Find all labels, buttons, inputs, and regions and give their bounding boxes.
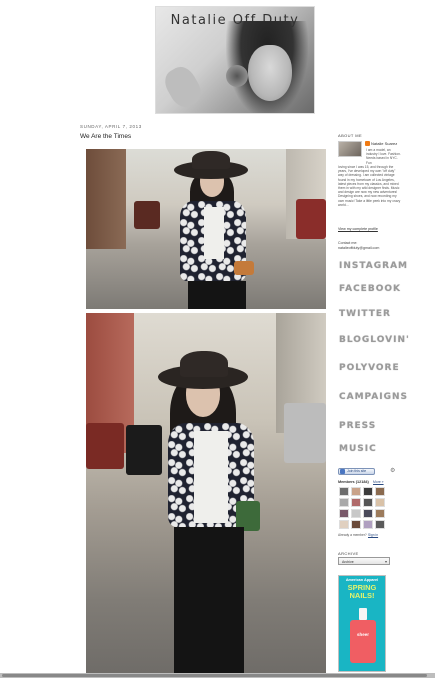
header-rose-graphic [226, 65, 248, 87]
bottle-label: sheer [356, 632, 369, 637]
ad-brand: American Apparel [345, 578, 379, 582]
member-avatar[interactable] [375, 487, 385, 496]
profile-avatar[interactable] [338, 141, 362, 157]
post-title[interactable]: We Are the Times [80, 133, 131, 140]
nail-polish-bottle: sheer [350, 608, 376, 663]
member-avatar[interactable] [339, 487, 349, 496]
header-face-graphic [248, 45, 292, 101]
post-date: SUNDAY, APRIL 7, 2013 [80, 124, 142, 129]
member-avatar[interactable] [351, 509, 361, 518]
social-link-facebook[interactable]: FACEBOOK [339, 284, 401, 294]
already-member-text: Already a member? [338, 533, 367, 537]
social-link-music[interactable]: MUSIC [339, 444, 377, 454]
parked-car [296, 199, 326, 239]
contact-email[interactable]: natalieoffduty@gmail.com [338, 246, 379, 251]
profile-name-link[interactable]: Natalie Suarez [371, 141, 397, 146]
member-avatar[interactable] [339, 509, 349, 518]
social-link-polyvore[interactable]: POLYVORE [339, 363, 400, 373]
member-avatar[interactable] [363, 520, 373, 529]
post-photo-2[interactable] [86, 313, 326, 673]
chevron-down-icon: ▾ [384, 559, 387, 564]
post-photo-1[interactable] [86, 149, 326, 309]
building [86, 149, 126, 249]
member-avatar-grid [339, 487, 389, 529]
archive-selected-value: Archive [342, 559, 354, 564]
ad-headline: SPRING NAILS! [347, 583, 377, 600]
members-count: Members (12184) [338, 480, 369, 484]
scrollbar-thumb[interactable] [2, 674, 427, 677]
member-avatar[interactable] [351, 487, 361, 496]
member-avatar[interactable] [375, 509, 385, 518]
model-pants [188, 281, 246, 309]
social-link-twitter[interactable]: TWITTER [339, 309, 391, 319]
model-pants [174, 527, 244, 673]
model-shirt [204, 207, 224, 259]
parked-car [284, 403, 326, 463]
about-heading: ABOUT ME [338, 133, 363, 138]
model-hat-crown [180, 351, 228, 377]
gear-icon[interactable]: ⚙ [390, 467, 395, 474]
parked-car [134, 201, 160, 229]
archive-heading: ARCHIVE [338, 551, 359, 556]
member-avatar[interactable] [339, 498, 349, 507]
social-link-press[interactable]: PRESS [339, 421, 376, 431]
sign-in-link[interactable]: Sign in [368, 533, 378, 537]
bottle-cap [359, 608, 367, 620]
member-avatar[interactable] [351, 498, 361, 507]
model-bag [234, 261, 254, 275]
members-more-link[interactable]: More » [373, 480, 384, 484]
archive-dropdown[interactable]: Archive ▾ [338, 557, 390, 565]
member-avatar[interactable] [375, 498, 385, 507]
member-avatar[interactable] [339, 520, 349, 529]
member-avatar[interactable] [351, 520, 361, 529]
sidebar-ad-banner[interactable]: American Apparel SPRING NAILS! sheer [338, 575, 386, 672]
parked-car [86, 423, 124, 469]
google-friend-connect-icon [340, 469, 345, 474]
view-profile-link[interactable]: View my complete profile [338, 227, 378, 231]
header-hand-graphic [160, 62, 206, 112]
blogger-profile-icon [365, 141, 370, 146]
social-link-instagram[interactable]: INSTAGRAM [339, 261, 408, 271]
member-avatar[interactable] [363, 498, 373, 507]
member-avatar[interactable] [363, 487, 373, 496]
member-avatar[interactable] [363, 509, 373, 518]
parked-car [126, 425, 162, 475]
bottle-body [350, 620, 376, 663]
about-text-continued: loving since I was 15, and through the y… [338, 165, 401, 207]
blog-header-banner[interactable]: Natalie Off Duty [155, 6, 315, 114]
model-shirt [194, 431, 228, 523]
social-link-bloglovin[interactable]: BLOGLOVIN' [339, 335, 410, 345]
contact-block: Contact me: natalieoffduty@gmail.com [338, 241, 379, 250]
about-text: I am a model, an industry I love. Fashio… [366, 148, 401, 165]
model-hat-crown [192, 151, 230, 169]
social-link-campaigns[interactable]: CAMPAIGNS [339, 392, 408, 402]
member-avatar[interactable] [375, 520, 385, 529]
